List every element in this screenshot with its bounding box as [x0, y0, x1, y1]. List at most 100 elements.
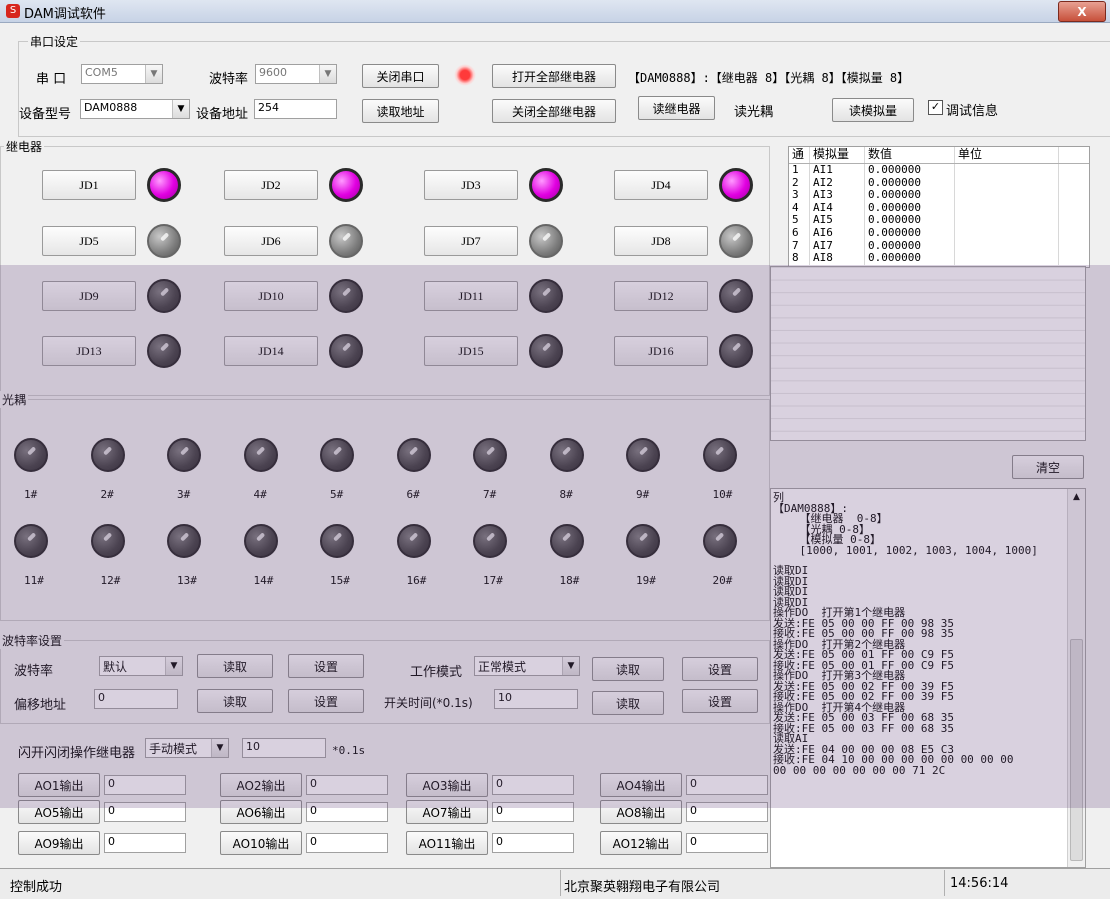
- baud2-select[interactable]: 默认 ▼: [99, 656, 183, 676]
- table-cell: [955, 252, 1059, 265]
- switch-time-read-button[interactable]: 读取: [592, 691, 664, 715]
- relay-button-7[interactable]: JD7: [424, 226, 518, 256]
- opto-label-6: 6#: [406, 488, 420, 501]
- baud-select[interactable]: 9600 ▼: [255, 64, 337, 84]
- col-channel[interactable]: 通: [789, 147, 810, 163]
- model-select-value: DAM0888: [84, 101, 138, 114]
- col-value[interactable]: 数值: [865, 147, 955, 163]
- relay-button-6[interactable]: JD6: [224, 226, 318, 256]
- scroll-up-icon[interactable]: ▲: [1068, 489, 1085, 505]
- port-status-icon: [454, 64, 476, 86]
- ao-output-button-4[interactable]: AO4输出: [600, 773, 682, 797]
- ao-output-input-7[interactable]: 0: [492, 802, 574, 822]
- ao-output-button-1[interactable]: AO1输出: [18, 773, 100, 797]
- table-row[interactable]: 7 AI7 0.000000: [789, 239, 1089, 253]
- ao-output-input-8[interactable]: 0: [686, 802, 768, 822]
- offset-read-button[interactable]: 读取: [197, 689, 273, 713]
- offset-set-button[interactable]: 设置: [288, 689, 364, 713]
- mode-set-button[interactable]: 设置: [682, 657, 758, 681]
- log-scrollbar[interactable]: ▲: [1067, 489, 1085, 867]
- ao-output-button-12[interactable]: AO12输出: [600, 831, 682, 855]
- relay-button-2[interactable]: JD2: [224, 170, 318, 200]
- flash-time-input[interactable]: 10: [242, 738, 326, 758]
- ao-output-button-6[interactable]: AO6输出: [220, 800, 302, 824]
- table-row[interactable]: 3 AI3 0.000000: [789, 189, 1089, 202]
- relay-button-10[interactable]: JD10: [224, 281, 318, 311]
- ao-output-button-8[interactable]: AO8输出: [600, 800, 682, 824]
- clear-button[interactable]: 清空: [1012, 455, 1084, 479]
- relay-button-9[interactable]: JD9: [42, 281, 136, 311]
- ao-output-input-12[interactable]: 0: [686, 833, 768, 853]
- ao-output-input-9[interactable]: 0: [104, 833, 186, 853]
- relay-button-4[interactable]: JD4: [614, 170, 708, 200]
- ao-output-button-9[interactable]: AO9输出: [18, 831, 100, 855]
- scroll-thumb[interactable]: [1070, 639, 1083, 861]
- ao-output-button-11[interactable]: AO11输出: [406, 831, 488, 855]
- relay-button-1[interactable]: JD1: [42, 170, 136, 200]
- table-row[interactable]: 4 AI4 0.000000: [789, 201, 1089, 215]
- read-opto-button[interactable]: 读光耦: [734, 101, 773, 120]
- opto-label-19: 19#: [636, 574, 656, 587]
- ao-output-button-5[interactable]: AO5输出: [18, 800, 100, 824]
- mode-read-button[interactable]: 读取: [592, 657, 664, 681]
- table-row[interactable]: 8 AI8 0.000000: [789, 252, 1089, 265]
- debug-checkbox[interactable]: ✓: [928, 100, 943, 115]
- switch-time-input[interactable]: 10: [494, 689, 578, 709]
- relay-button-3[interactable]: JD3: [424, 170, 518, 200]
- ao-output-input-2[interactable]: 0: [306, 775, 388, 795]
- col-analog[interactable]: 模拟量: [810, 147, 865, 163]
- read-address-button[interactable]: 读取地址: [362, 99, 439, 123]
- chevron-down-icon: ▼: [211, 739, 228, 757]
- open-all-relays-button[interactable]: 打开全部继电器: [492, 64, 616, 88]
- debug-log[interactable]: 列【DAM0888】: 【继电器 0-8】 【光耦 0-8】 【模拟量 0-8】…: [770, 488, 1086, 868]
- relay-button-5[interactable]: JD5: [42, 226, 136, 256]
- model-select[interactable]: DAM0888 ▼: [80, 99, 190, 119]
- ao-output-input-10[interactable]: 0: [306, 833, 388, 853]
- status-divider: [944, 870, 945, 896]
- ao-output-button-2[interactable]: AO2输出: [220, 773, 302, 797]
- table-row[interactable]: 1 AI1 0.000000: [789, 164, 1089, 177]
- relay-button-16[interactable]: JD16: [614, 336, 708, 366]
- flash-mode-select[interactable]: 手动模式 ▼: [145, 738, 229, 758]
- ao-output-button-7[interactable]: AO7输出: [406, 800, 488, 824]
- relay-button-8[interactable]: JD8: [614, 226, 708, 256]
- port-select[interactable]: COM5 ▼: [81, 64, 163, 84]
- table-row[interactable]: 2 AI2 0.000000: [789, 176, 1089, 190]
- baud-read-button[interactable]: 读取: [197, 654, 273, 678]
- close-all-relays-button[interactable]: 关闭全部继电器: [492, 99, 616, 123]
- ao-output-input-3[interactable]: 0: [492, 775, 574, 795]
- table-row[interactable]: 6 AI6 0.000000: [789, 226, 1089, 240]
- ao-output-button-10[interactable]: AO10输出: [220, 831, 302, 855]
- ao-output-input-11[interactable]: 0: [492, 833, 574, 853]
- read-relay-button[interactable]: 读继电器: [638, 96, 715, 120]
- offset-label: 偏移地址: [14, 698, 67, 713]
- table-cell: 1: [789, 164, 810, 177]
- status-text: 控制成功: [10, 880, 63, 895]
- switch-time-set-button[interactable]: 设置: [682, 689, 758, 713]
- offset-input[interactable]: 0: [94, 689, 178, 709]
- address-input[interactable]: 254: [254, 99, 337, 119]
- table-row[interactable]: 5 AI5 0.000000: [789, 214, 1089, 227]
- relay-button-14[interactable]: JD14: [224, 336, 318, 366]
- ao-output-button-3[interactable]: AO3输出: [406, 773, 488, 797]
- relay-button-15[interactable]: JD15: [424, 336, 518, 366]
- close-port-button[interactable]: 关闭串口: [362, 64, 439, 88]
- close-window-button[interactable]: X: [1058, 1, 1106, 22]
- relay-led-12: [719, 279, 753, 313]
- relay-button-12[interactable]: JD12: [614, 281, 708, 311]
- relay-led-4: [719, 168, 753, 202]
- ao-output-input-6[interactable]: 0: [306, 802, 388, 822]
- relay-led-5: [147, 224, 181, 258]
- col-unit[interactable]: 单位: [955, 147, 1059, 163]
- relay-led-3: [529, 168, 563, 202]
- ao-output-input-5[interactable]: 0: [104, 802, 186, 822]
- relay-button-13[interactable]: JD13: [42, 336, 136, 366]
- mode-select[interactable]: 正常模式 ▼: [474, 656, 580, 676]
- read-analog-button[interactable]: 读模拟量: [832, 98, 914, 122]
- relay-led-14: [329, 334, 363, 368]
- relay-button-11[interactable]: JD11: [424, 281, 518, 311]
- baud-set-button[interactable]: 设置: [288, 654, 364, 678]
- table-cell: AI7: [810, 239, 865, 253]
- ao-output-input-1[interactable]: 0: [104, 775, 186, 795]
- ao-output-input-4[interactable]: 0: [686, 775, 768, 795]
